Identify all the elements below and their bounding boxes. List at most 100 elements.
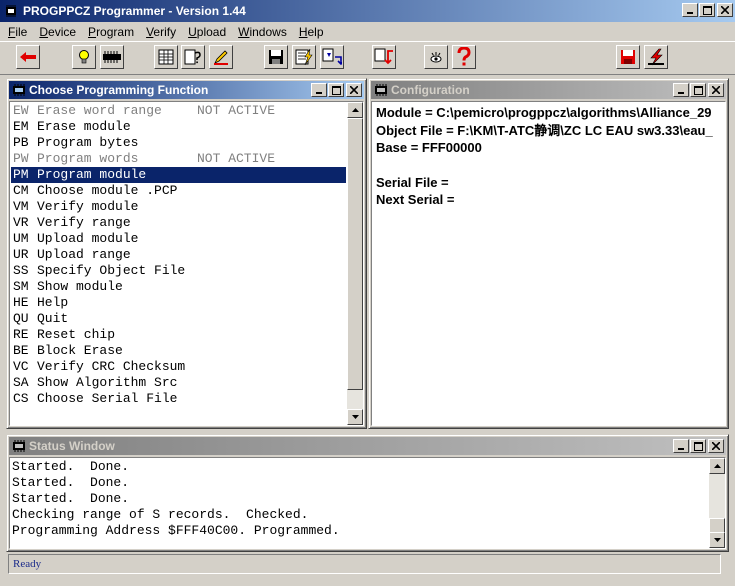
status-line: Programming Address $FFF40C00. Programme… [12, 523, 340, 538]
function-code: QU [13, 311, 29, 326]
function-description: Specify Object File [37, 263, 186, 278]
status-line: Started. Done. [12, 491, 130, 506]
minimize-icon [678, 92, 684, 94]
config-blank-line [376, 157, 725, 174]
function-description: Verify CRC Checksum [37, 359, 186, 374]
import-button[interactable] [372, 45, 396, 69]
scroll-down-button[interactable] [347, 409, 363, 425]
configuration-window-title: Configuration [391, 83, 470, 97]
function-code: VC [13, 359, 29, 374]
function-description: Program bytes [37, 135, 139, 150]
function-item-vm[interactable]: VM Verify module [11, 199, 346, 215]
lightbulb-button[interactable] [72, 45, 96, 69]
lightning-doc-button[interactable] [292, 45, 316, 69]
config-object-file: Object File = F:\KM\T-ATC静调\ZC LC EAU sw… [376, 122, 713, 138]
function-description: Quit [37, 311, 69, 326]
arrow-down-icon [351, 415, 359, 419]
function-note: NOT ACTIVE [197, 103, 276, 118]
menu-help[interactable]: Help [293, 25, 330, 39]
lightning-red-button[interactable] [644, 45, 668, 69]
function-code: UR [13, 247, 29, 262]
status-scrollbar[interactable] [709, 458, 725, 548]
function-item-pw[interactable]: PW Program words NOT ACTIVE [11, 151, 346, 167]
function-item-be[interactable]: BE Block Erase [11, 343, 346, 359]
function-code: VR [13, 215, 29, 230]
scroll-up-button[interactable] [709, 458, 725, 474]
function-item-cs[interactable]: CS Choose Serial File [11, 391, 346, 407]
main-title-bar[interactable]: PROGPPCZ Programmer - Version 1.44 [0, 0, 735, 22]
lightbulb-icon [79, 50, 89, 64]
function-window-minimize-button[interactable] [311, 83, 327, 97]
scroll-down-button[interactable] [709, 532, 725, 548]
function-item-qu[interactable]: QU Quit [11, 311, 346, 327]
function-item-he[interactable]: HE Help [11, 295, 346, 311]
scroll-up-button[interactable] [347, 102, 363, 118]
function-item-pb[interactable]: PB Program bytes [11, 135, 346, 151]
function-code: PB [13, 135, 29, 150]
function-window-title: Choose Programming Function [29, 83, 209, 97]
help-doc-button[interactable] [181, 45, 205, 69]
import-icon [374, 48, 393, 65]
transfer-button[interactable] [320, 45, 344, 69]
function-item-vc[interactable]: VC Verify CRC Checksum [11, 359, 346, 375]
function-item-um[interactable]: UM Upload module [11, 231, 346, 247]
menu-file[interactable]: File [2, 25, 33, 39]
function-window-close-button[interactable] [346, 83, 362, 97]
pencil-button[interactable] [209, 45, 233, 69]
status-window-maximize-button[interactable] [690, 439, 706, 453]
menu-windows[interactable]: Windows [232, 25, 293, 39]
function-item-sa[interactable]: SA Show Algorithm Src [11, 375, 346, 391]
menu-program[interactable]: Program [82, 25, 140, 39]
status-log-box: Started. Done. Started. Done. Started. D… [9, 457, 726, 549]
function-description: Program module [37, 167, 147, 182]
close-button[interactable] [717, 3, 733, 17]
function-window-maximize-button[interactable] [328, 83, 344, 97]
save-red-button[interactable] [616, 45, 640, 69]
function-window-titlebar[interactable]: Choose Programming Function [9, 81, 364, 99]
app-chip-icon [6, 5, 16, 17]
help-button[interactable] [452, 45, 476, 69]
configuration-window-maximize-button[interactable] [690, 83, 706, 97]
toolbar [0, 41, 735, 75]
status-window-close-button[interactable] [708, 439, 724, 453]
menu-device[interactable]: Device [33, 25, 82, 39]
status-line: Started. Done. [12, 475, 130, 490]
function-item-cm[interactable]: CM Choose module .PCP [11, 183, 346, 199]
function-code: EM [13, 119, 29, 134]
function-list-scrollbar[interactable] [347, 102, 363, 425]
maximize-icon [693, 85, 703, 95]
function-item-ss[interactable]: SS Specify Object File [11, 263, 346, 279]
config-serial-file: Serial File = [376, 174, 449, 190]
function-item-ur[interactable]: UR Upload range [11, 247, 346, 263]
configuration-window-close-button[interactable] [708, 83, 724, 97]
configuration-window: Configuration Module = C:\pemicro\progpp… [368, 78, 729, 429]
maximize-button[interactable] [699, 3, 715, 17]
app-title: PROGPPCZ Programmer - Version 1.44 [23, 4, 246, 18]
back-button[interactable] [16, 45, 40, 69]
scroll-thumb[interactable] [347, 118, 363, 390]
minimize-icon [687, 12, 693, 14]
function-item-ew[interactable]: EW Erase word range NOT ACTIVE [11, 103, 346, 119]
configuration-window-titlebar[interactable]: Configuration [371, 81, 726, 99]
close-icon [712, 86, 720, 94]
function-item-em[interactable]: EM Erase module [11, 119, 346, 135]
maximize-icon [331, 85, 341, 95]
grid-button[interactable] [154, 45, 178, 69]
chip-button[interactable] [100, 45, 124, 69]
grid-icon [158, 49, 174, 65]
configuration-window-minimize-button[interactable] [673, 83, 689, 97]
status-window-titlebar[interactable]: Status Window [9, 437, 726, 455]
minimize-icon [316, 92, 322, 94]
function-code: RE [13, 327, 29, 342]
status-window-minimize-button[interactable] [673, 439, 689, 453]
menu-verify[interactable]: Verify [140, 25, 182, 39]
function-item-pm[interactable]: PM Program module [11, 167, 346, 183]
minimize-button[interactable] [682, 3, 698, 17]
menu-upload[interactable]: Upload [182, 25, 232, 39]
function-item-sm[interactable]: SM Show module [11, 279, 346, 295]
save-button[interactable] [264, 45, 288, 69]
function-item-re[interactable]: RE Reset chip [11, 327, 346, 343]
eye-button[interactable] [424, 45, 448, 69]
function-description: Choose Serial File [37, 391, 178, 406]
function-item-vr[interactable]: VR Verify range [11, 215, 346, 231]
